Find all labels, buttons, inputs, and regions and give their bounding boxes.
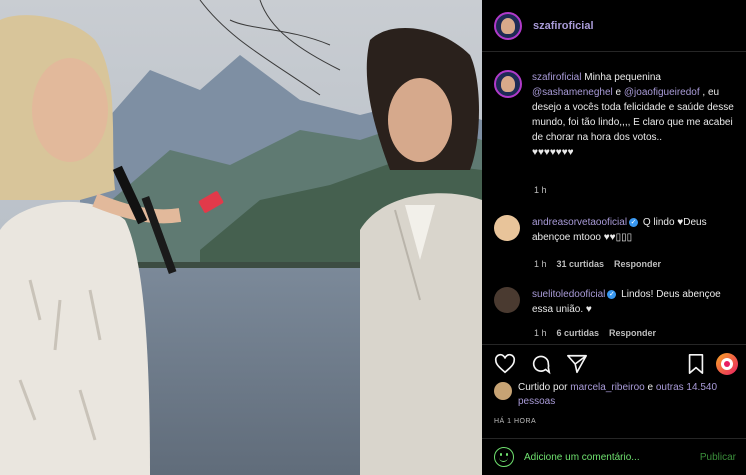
verified-badge-icon: ✓: [629, 217, 639, 227]
post-actions: Curtido por marcela_ribeiroo e outras 14…: [482, 344, 746, 434]
reply-button[interactable]: Responder: [609, 328, 656, 338]
bookmark-icon[interactable]: [685, 353, 707, 375]
heart-outline-icon[interactable]: [494, 353, 516, 375]
liker-username[interactable]: marcela_ribeiroo: [570, 382, 644, 393]
share-icon[interactable]: [566, 353, 588, 375]
post-caption: szafiroficial Minha pequenina @sashamene…: [494, 70, 738, 160]
comment-text: andreasorvetaooficial ✓ Q lindo ♥Deus abe…: [532, 215, 732, 245]
mention-link[interactable]: @sashameneghel: [532, 87, 613, 98]
comment-username[interactable]: suelitoledooficial: [532, 289, 605, 300]
comment-input[interactable]: [524, 451, 674, 463]
comment-likes[interactable]: 31 curtidas: [557, 259, 605, 269]
verified-badge-icon: ✓: [607, 289, 617, 299]
mention-link[interactable]: @joaofigueiredof: [624, 87, 700, 98]
caption-text: szafiroficial Minha pequenina @sashamene…: [532, 70, 738, 160]
action-icons: [494, 353, 588, 375]
comment-meta: 1 h 6 curtidas Responder: [534, 328, 656, 338]
post-photo[interactable]: [0, 0, 482, 475]
comment-time: 1 h: [534, 328, 547, 338]
emoji-icon[interactable]: [494, 447, 514, 467]
comment-item: suelitoledooficial ✓ Lindos! Deus abençoe…: [494, 287, 738, 317]
liked-by-middle: e: [644, 382, 656, 393]
caption-username[interactable]: szafiroficial: [532, 72, 581, 83]
liked-by: Curtido por marcela_ribeiroo e outras 14…: [494, 381, 718, 409]
comment-avatar[interactable]: [494, 215, 520, 241]
liked-by-prefix: Curtido por: [518, 382, 571, 393]
add-comment-bar: Publicar: [482, 438, 746, 475]
author-username[interactable]: szafiroficial: [533, 20, 594, 32]
comment-text: suelitoledooficial ✓ Lindos! Deus abençoe…: [532, 287, 732, 317]
caption-part: Minha pequenina: [581, 72, 661, 83]
reply-button[interactable]: Responder: [614, 259, 661, 269]
comment-meta: 1 h 31 curtidas Responder: [534, 259, 661, 269]
caption-time: 1 h: [534, 185, 547, 195]
story-shortcut-icon[interactable]: [716, 353, 738, 375]
comment-avatar[interactable]: [494, 287, 520, 313]
liker-avatar[interactable]: [494, 382, 512, 400]
comment-time: 1 h: [534, 259, 547, 269]
liked-by-text: Curtido por marcela_ribeiroo e outras 14…: [518, 381, 718, 409]
comment-likes[interactable]: 6 curtidas: [557, 328, 600, 338]
publish-button[interactable]: Publicar: [700, 452, 736, 463]
post-header: szafiroficial: [482, 0, 746, 52]
caption-part: e: [612, 87, 624, 98]
author-avatar[interactable]: [494, 11, 522, 40]
comment-item: andreasorvetaooficial ✓ Q lindo ♥Deus abe…: [494, 215, 738, 245]
post-side-panel: szafiroficial szafiroficial Minha pequen…: [482, 0, 746, 475]
caption-avatar[interactable]: [494, 70, 522, 98]
caption-hearts: ♥♥♥♥♥♥♥: [532, 147, 574, 158]
post-time-ago: HÁ 1 HORA: [494, 418, 537, 425]
comment-icon[interactable]: [530, 353, 552, 375]
wedding-photo-illustration: [0, 0, 482, 475]
comment-username[interactable]: andreasorvetaooficial: [532, 217, 627, 228]
